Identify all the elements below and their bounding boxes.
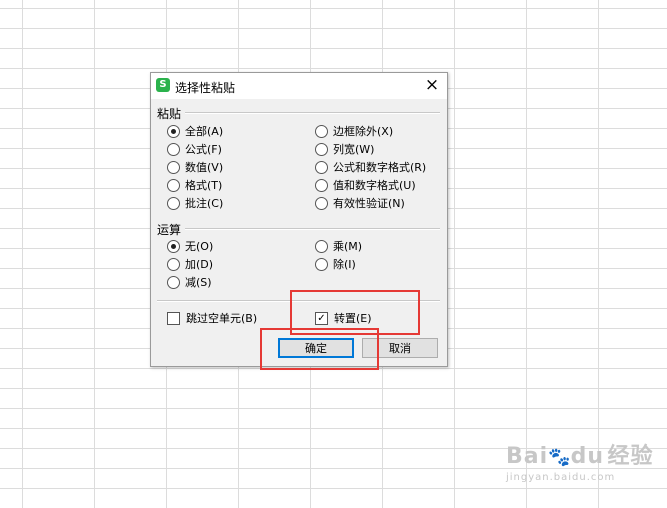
radio-indicator [167,178,180,192]
radio-indicator [315,239,328,253]
radio-label: 批注(C) [185,197,224,210]
radio-indicator [315,257,328,271]
watermark-brand-du: du [570,444,604,469]
radio-op-subtract[interactable]: 减(S) [167,274,212,290]
radio-op-multiply[interactable]: 乘(M) [315,238,362,254]
dialog-title: 选择性粘贴 [175,81,236,95]
radio-label: 减(S) [185,276,212,289]
radio-paste-column-widths[interactable]: 列宽(W) [315,141,374,157]
radio-indicator [315,142,328,156]
baidu-jingyan-watermark: Bai🐾du 经验 jingyan.baidu.com [506,438,654,483]
paw-icon: 🐾 [548,447,571,468]
checkbox-label: 跳过空单元(B) [186,312,258,325]
radio-label: 边框除外(X) [333,125,394,138]
radio-indicator [315,196,328,210]
radio-op-add[interactable]: 加(D) [167,256,213,272]
radio-label: 值和数字格式(U) [333,179,416,192]
radio-paste-formats[interactable]: 格式(T) [167,177,222,193]
radio-op-none[interactable]: 无(O) [167,238,213,254]
radio-label: 公式和数字格式(R) [333,161,427,174]
radio-paste-comments[interactable]: 批注(C) [167,195,223,211]
paste-divider [185,112,440,114]
radio-indicator [167,124,180,138]
close-icon[interactable]: × [423,76,441,94]
radio-paste-values[interactable]: 数值(V) [167,159,223,175]
radio-label: 加(D) [185,258,214,271]
radio-op-divide[interactable]: 除(I) [315,256,356,272]
radio-label: 格式(T) [185,179,223,192]
radio-paste-formulas-and-number-formats[interactable]: 公式和数字格式(R) [315,159,426,175]
watermark-jingyan: 经验 [607,444,654,469]
checkbox-box [167,311,180,325]
radio-label: 除(I) [333,258,356,271]
radio-indicator [315,160,328,174]
operation-section-label: 运算 [157,223,182,237]
operation-divider [185,228,440,230]
radio-indicator [315,178,328,192]
radio-label: 无(O) [185,240,214,253]
wps-spreadsheet-icon: S [156,78,170,92]
checkbox-skip-blanks[interactable]: 跳过空单元(B) [167,310,257,326]
radio-paste-all[interactable]: 全部(A) [167,123,223,139]
radio-label: 全部(A) [185,125,224,138]
radio-indicator [315,124,328,138]
radio-paste-validation[interactable]: 有效性验证(N) [315,195,405,211]
radio-indicator [167,142,180,156]
watermark-url: jingyan.baidu.com [506,472,616,483]
radio-label: 乘(M) [333,240,363,253]
radio-paste-formulas[interactable]: 公式(F) [167,141,222,157]
paste-section-label: 粘贴 [157,107,182,121]
radio-label: 数值(V) [185,161,224,174]
dialog-titlebar: S 选择性粘贴 × [151,73,447,99]
radio-indicator [167,239,180,253]
ok-highlight-box [260,328,379,370]
radio-label: 公式(F) [185,143,222,156]
watermark-brand: Bai [506,444,549,469]
radio-paste-all-except-borders[interactable]: 边框除外(X) [315,123,393,139]
radio-indicator [167,160,180,174]
radio-indicator [167,196,180,210]
radio-label: 有效性验证(N) [333,197,405,210]
radio-indicator [167,275,180,289]
radio-paste-values-and-number-formats[interactable]: 值和数字格式(U) [315,177,416,193]
radio-indicator [167,257,180,271]
radio-label: 列宽(W) [333,143,375,156]
